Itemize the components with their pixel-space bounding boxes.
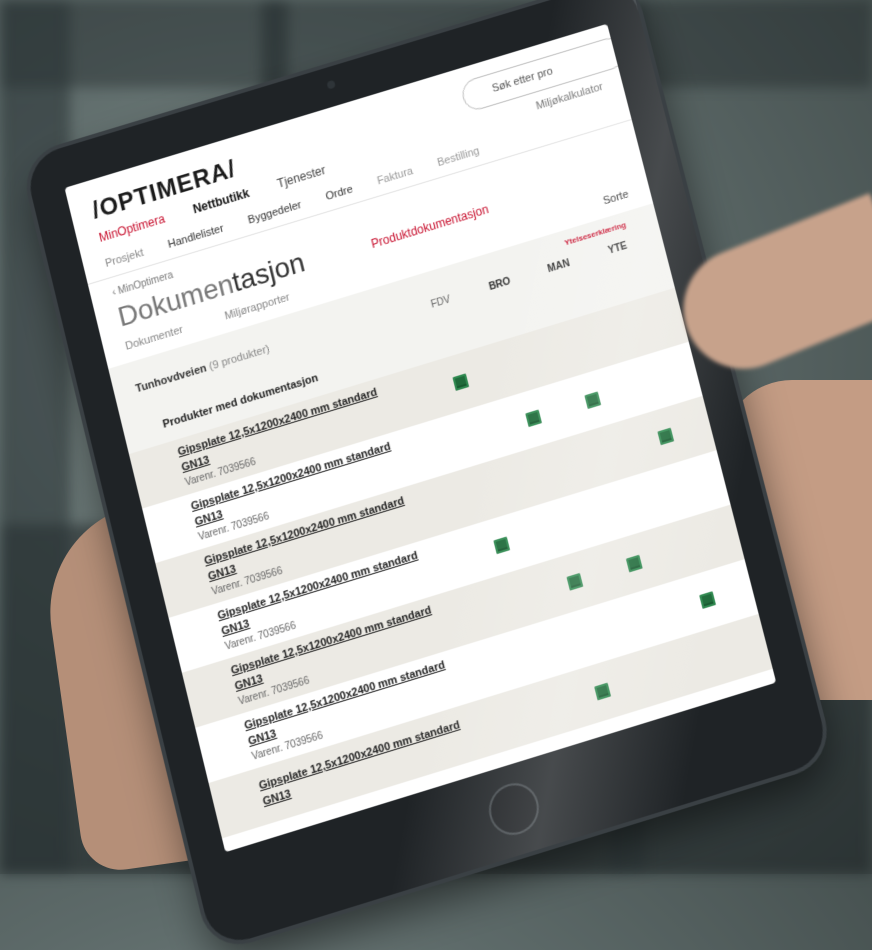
- document-icon[interactable]: [525, 409, 542, 427]
- doc-cell-yte: [659, 477, 701, 504]
- doc-cell-yte: [617, 315, 659, 342]
- doc-cell-fdv: [453, 423, 495, 450]
- tablet-screen: /OPTIMERA/ Søk etter pro MinOptimera Net…: [65, 24, 777, 853]
- sort-button[interactable]: Sorte: [602, 188, 630, 207]
- camera: [326, 80, 335, 90]
- document-icon[interactable]: [566, 573, 583, 591]
- doc-cell-man: [558, 333, 600, 360]
- document-icon[interactable]: [594, 683, 611, 701]
- doc-cell-fdv: [481, 532, 523, 559]
- col-man[interactable]: MAN: [535, 242, 579, 278]
- doc-cell-fdv: [440, 369, 482, 396]
- col-bro[interactable]: BRO: [476, 260, 520, 296]
- col-yte[interactable]: Ytelseserklæring YTE: [594, 224, 638, 260]
- doc-cell-man: [585, 441, 627, 468]
- document-icon[interactable]: [452, 373, 469, 391]
- col-yte-label: YTE: [607, 241, 628, 257]
- subnav-bestilling[interactable]: Bestilling: [436, 145, 481, 169]
- doc-cell-man: [572, 387, 614, 414]
- document-icon[interactable]: [584, 391, 601, 409]
- document-icon[interactable]: [626, 555, 643, 573]
- doc-cell-bro: [513, 405, 555, 432]
- doc-cell-fdv: [508, 641, 550, 668]
- doc-cell-yte: [700, 641, 742, 668]
- doc-cell-fdv: [467, 477, 509, 504]
- doc-cell-bro: [568, 623, 610, 650]
- doc-cell-bro: [540, 513, 582, 540]
- doc-cell-yte: [631, 369, 673, 396]
- document-icon[interactable]: [657, 428, 674, 446]
- subnav-faktura[interactable]: Faktura: [376, 165, 414, 187]
- project-label: Tunhovdveien (9 produkter): [135, 343, 271, 395]
- subnav-ordre[interactable]: Ordre: [325, 183, 355, 203]
- doc-cell-man: [599, 495, 641, 522]
- project-count: (9 produkter): [208, 343, 271, 373]
- document-icon[interactable]: [699, 591, 716, 609]
- col-fdv[interactable]: FDV: [417, 278, 461, 314]
- document-icon[interactable]: [493, 536, 510, 554]
- home-button[interactable]: [484, 777, 545, 841]
- doc-cell-bro: [581, 678, 623, 706]
- doc-cell-bro: [499, 351, 541, 378]
- doc-cell-fdv: [522, 696, 564, 724]
- doc-cell-man: [641, 659, 683, 687]
- doc-cell-yte: [645, 423, 687, 450]
- doc-cell-man: [613, 550, 655, 577]
- doc-cell-man: [627, 605, 669, 632]
- doc-cell-bro: [554, 568, 596, 595]
- doc-cell-yte: [672, 532, 714, 559]
- doc-cell-bro: [526, 459, 568, 486]
- doc-cell-fdv: [494, 586, 536, 613]
- subnav-prosjekt[interactable]: Prosjekt: [104, 247, 145, 270]
- doc-cell-yte: [686, 586, 728, 613]
- project-name: Tunhovdveien: [135, 362, 208, 395]
